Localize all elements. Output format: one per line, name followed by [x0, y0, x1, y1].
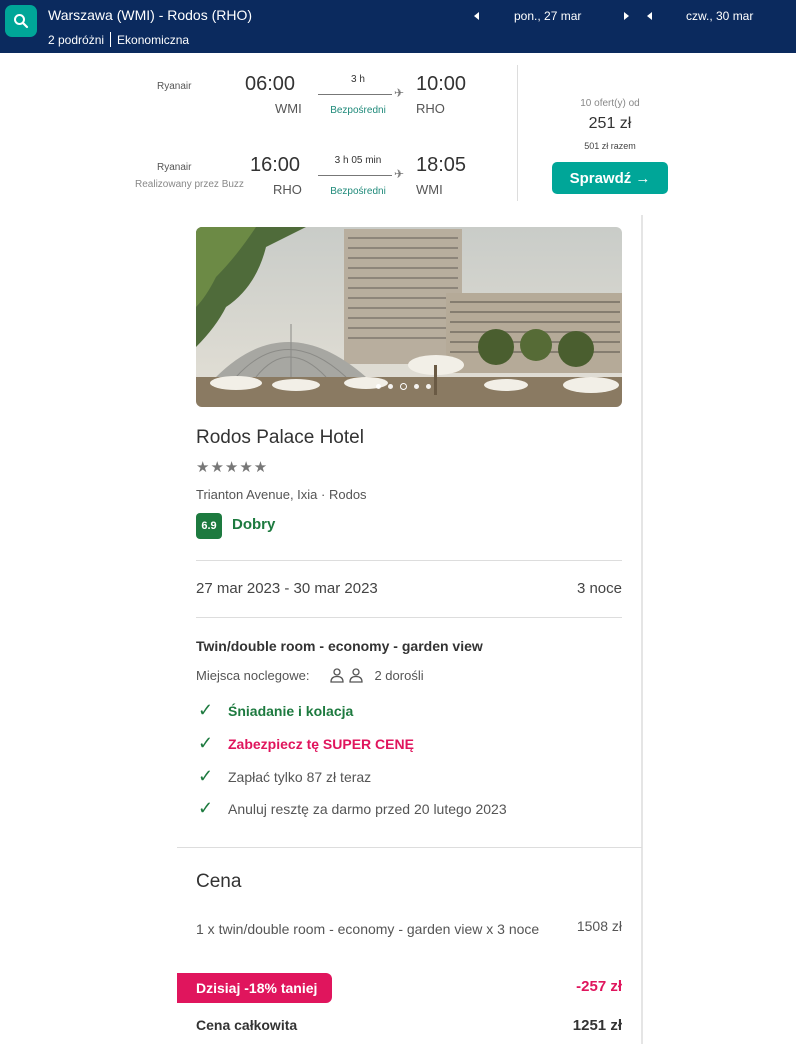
review-score-label: Dobry: [232, 516, 276, 533]
outbound-arr-time: 10:00: [416, 73, 467, 95]
feature-pay-now: Zapłać tylko 87 zł teraz: [228, 768, 372, 785]
check-button[interactable]: Sprawdź →: [552, 162, 668, 194]
return-date[interactable]: czw., 30 mar: [686, 9, 753, 23]
cabin-label: Ekonomiczna: [117, 32, 190, 47]
person-icon: [330, 668, 345, 683]
total-price-amount: 1251 zł: [572, 1017, 622, 1034]
price-line-amount: 1508 zł: [576, 918, 622, 934]
checkmark-icon: ✓: [198, 798, 214, 818]
feature-item: ✓ Zabezpiecz tę SUPER CENĘ: [198, 733, 414, 754]
checkmark-icon: ✓: [198, 766, 214, 786]
prev-return-date-icon[interactable]: [647, 12, 652, 20]
person-icon: [349, 668, 364, 683]
discount-amount: -257 zł: [576, 978, 622, 995]
next-depart-date-icon[interactable]: [624, 12, 629, 20]
divider: [110, 32, 112, 47]
review-score-badge: 6.9: [196, 513, 222, 539]
price-section-title: Cena: [196, 871, 242, 892]
prev-depart-date-icon[interactable]: [474, 12, 479, 20]
outbound-stops: Bezpośredni: [330, 105, 386, 116]
outbound-line: [318, 94, 392, 95]
search-details[interactable]: 2 podróżni Ekonomiczna: [48, 32, 189, 47]
checkmark-icon: ✓: [198, 700, 214, 720]
depart-date[interactable]: pon., 27 mar: [514, 9, 624, 23]
capacity-value: 2 dorośli: [374, 667, 424, 683]
plane-icon: ✈: [394, 167, 405, 181]
feature-item: ✓ Śniadanie i kolacja: [198, 700, 353, 721]
stay-dates: 27 mar 2023 - 30 mar 2023: [196, 580, 378, 597]
total-price-label: Cena całkowita: [196, 1017, 298, 1033]
inbound-arr-time: 18:05: [416, 154, 467, 176]
feature-item: ✓ Anuluj resztę za darmo przed 20 lutego…: [198, 798, 507, 819]
feature-cancellation: Anuluj resztę za darmo przed 20 lutego 2…: [228, 800, 507, 817]
carousel-dot[interactable]: [376, 384, 381, 389]
flight-card[interactable]: Ryanair 06:00 WMI 3 h ✈ Bezpośredni 10:0…: [0, 53, 796, 208]
carousel-dot[interactable]: [388, 384, 393, 389]
route-title[interactable]: Warszawa (WMI) - Rodos (RHO): [48, 7, 252, 23]
inbound-line: [318, 175, 392, 176]
search-icon: [14, 14, 29, 29]
feature-item: ✓ Zapłać tylko 87 zł teraz: [198, 766, 371, 787]
capacity-label: Miejsca noclegowe:: [196, 667, 310, 683]
inbound-duration: 3 h 05 min: [334, 155, 382, 166]
photo-carousel-dots: [376, 383, 431, 390]
inbound-stops: Bezpośredni: [330, 186, 386, 197]
divider: [177, 847, 642, 848]
search-button[interactable]: [5, 5, 37, 37]
divider: [196, 560, 622, 561]
divider: [517, 65, 518, 201]
price-line-description: 1 x twin/double room - economy - garden …: [196, 921, 540, 937]
outbound-duration: 3 h: [351, 74, 365, 85]
star-rating: ★★★★★: [196, 459, 269, 476]
search-summary-bar: Warszawa (WMI) - Rodos (RHO) 2 podróżni …: [0, 0, 796, 53]
plane-icon: ✈: [394, 86, 405, 100]
inbound-dep-time: 16:00: [250, 154, 301, 176]
feature-meals: Śniadanie i kolacja: [228, 702, 354, 719]
offers-count: 10 ofert(y) od: [580, 98, 640, 109]
divider: [196, 617, 622, 618]
checkmark-icon: ✓: [198, 733, 214, 753]
hotel-name[interactable]: Rodos Palace Hotel: [196, 427, 364, 449]
inbound-arr-code: WMI: [416, 182, 443, 197]
carousel-dot[interactable]: [426, 384, 431, 389]
guests-icons: [329, 667, 364, 683]
feature-super-price[interactable]: Zabezpiecz tę SUPER CENĘ: [228, 736, 414, 752]
hotel-photo[interactable]: [196, 227, 622, 407]
travellers-label: 2 podróżni: [48, 32, 105, 47]
outbound-arr-code: RHO: [416, 101, 445, 116]
room-title: Twin/double room - economy - garden view: [196, 638, 483, 654]
flight-price-total: 501 zł razem: [584, 141, 636, 151]
hotel-photo-image: [196, 227, 622, 407]
panel-divider: [641, 215, 643, 1044]
carousel-dot-active[interactable]: [400, 383, 407, 390]
hotel-address: Trianton Avenue, Ixia · Rodos: [196, 487, 367, 502]
inbound-dep-code: RHO: [273, 182, 302, 197]
stay-nights: 3 noce: [576, 580, 622, 597]
room-capacity: Miejsca noclegowe: 2 dorośli: [196, 667, 424, 683]
flight-price: 251 zł: [588, 115, 632, 132]
carousel-dot[interactable]: [414, 384, 419, 389]
outbound-airline: Ryanair: [157, 81, 192, 92]
operated-by: Realizowany przez Buzz: [135, 179, 244, 190]
outbound-dep-time: 06:00: [245, 73, 296, 95]
inbound-airline: Ryanair: [157, 162, 192, 173]
depart-date-nav: pon., 27 mar: [474, 9, 629, 23]
discount-badge: Dzisiaj -18% taniej: [177, 973, 332, 1003]
return-date-nav: czw., 30 mar: [647, 9, 753, 23]
outbound-dep-code: WMI: [275, 101, 302, 116]
